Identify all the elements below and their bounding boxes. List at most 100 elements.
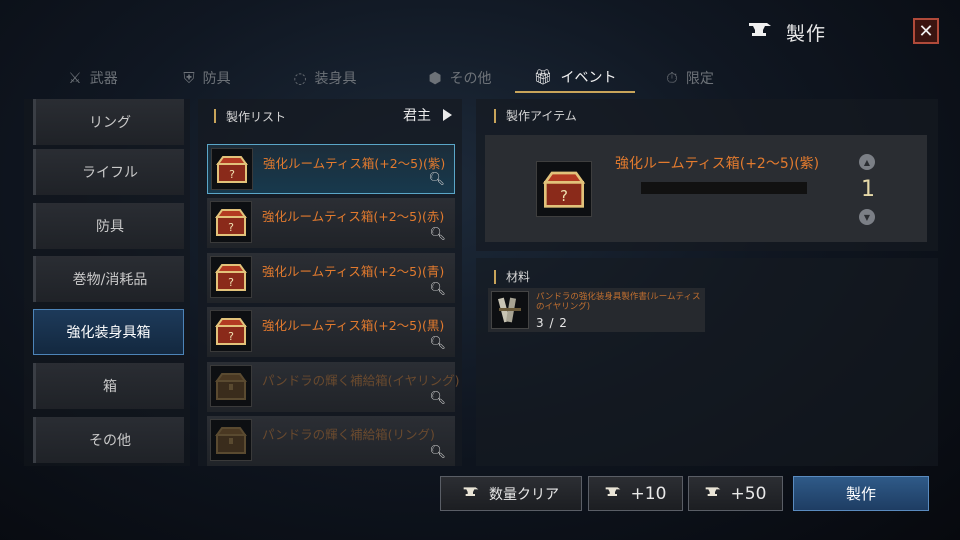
- craft-list-item[interactable]: ? 強化ルームティス箱(+2〜5)(青) 🔍︎: [207, 253, 455, 303]
- red-chest-icon: ?: [210, 310, 252, 352]
- play-arrow-icon: [443, 109, 452, 121]
- category-list: リング ライフル 防具 巻物/消耗品 強化装身具箱 箱 その他: [24, 99, 190, 466]
- magnifier-icon[interactable]: 🔍︎: [429, 227, 446, 242]
- tab-others[interactable]: ⬢ その他: [420, 63, 500, 93]
- craft-list-item[interactable]: ? 強化ルームティス箱(+2〜5)(黒) 🔍︎: [207, 307, 455, 357]
- category-label: ライフル: [82, 165, 138, 181]
- selected-item-box: ? 強化ルームティス箱(+2〜5)(紫) ▲ 1 ▼: [485, 135, 927, 242]
- wooden-chest-icon: [210, 365, 252, 407]
- tab-label: 限定: [685, 71, 714, 87]
- shield-icon: ⛨: [183, 69, 195, 87]
- tab-label: 防具: [202, 71, 231, 87]
- craft-list-item[interactable]: パンドラの輝く補給箱(イヤリング) 🔍︎: [207, 362, 460, 412]
- category-label: その他: [89, 433, 131, 449]
- gift-icon: 🎁︎: [533, 68, 553, 86]
- close-button[interactable]: ✕: [913, 18, 939, 44]
- magnifier-icon[interactable]: 🔍︎: [429, 282, 446, 297]
- tab-label: イベント: [560, 70, 617, 86]
- craft-item-header: 製作アイテム: [494, 107, 577, 124]
- material-name: パンドラの強化装身具製作書(ルームティスのイヤリング): [536, 292, 701, 312]
- craft-list-item[interactable]: ? 強化ルームティス箱(+2〜5)(赤) 🔍︎: [207, 198, 455, 248]
- category-item-box[interactable]: 箱: [33, 363, 184, 409]
- add-50-label: +50: [730, 483, 767, 504]
- craft-list-item[interactable]: ? 強化ルームティス箱(+2〜5)(紫) 🔍︎: [207, 144, 455, 194]
- category-label: 強化装身具箱: [66, 325, 151, 341]
- svg-text:?: ?: [229, 168, 235, 181]
- svg-text:?: ?: [228, 276, 234, 289]
- page-title: 製作: [786, 22, 827, 45]
- anvil-icon: [605, 486, 621, 502]
- magnifier-icon[interactable]: 🔍︎: [429, 391, 446, 406]
- category-item-armor[interactable]: 防具: [33, 203, 184, 249]
- category-item-scroll-consumable[interactable]: 巻物/消耗品: [33, 256, 184, 302]
- craft-list-title: 製作リスト: [226, 109, 287, 124]
- quantity-increase-button[interactable]: ▲: [859, 154, 875, 170]
- header-accent-bar: [494, 269, 496, 284]
- add-10-button[interactable]: +10: [588, 476, 683, 511]
- class-filter-label: 君主: [403, 108, 431, 124]
- red-chest-icon: ?: [536, 161, 592, 217]
- category-tabs: ⚔ 武器 ⛨ 防具 ◌ 装身具 ⬢ その他 🎁︎ イベント ⏱ 限定: [40, 63, 920, 93]
- magnifier-icon[interactable]: 🔍︎: [429, 336, 446, 351]
- red-chest-icon: ?: [211, 148, 253, 190]
- category-item-enhanced-accessory-box[interactable]: 強化装身具箱: [33, 309, 184, 355]
- class-filter-selector[interactable]: 君主: [403, 105, 452, 125]
- item-name: 強化ルームティス箱(+2〜5)(青): [262, 264, 445, 279]
- craft-label: 製作: [845, 485, 876, 503]
- item-name: パンドラの輝く補給箱(リング): [262, 427, 435, 442]
- clear-quantity-label: 数量クリア: [489, 486, 559, 503]
- selected-item-name: 強化ルームティス箱(+2〜5)(紫): [615, 156, 820, 172]
- item-name: 強化ルームティス箱(+2〜5)(赤): [262, 209, 445, 224]
- quantity-decrease-button[interactable]: ▼: [859, 209, 875, 225]
- item-name: 強化ルームティス箱(+2〜5)(黒): [262, 318, 445, 333]
- anvil-icon: [463, 486, 479, 502]
- add-50-button[interactable]: +50: [688, 476, 783, 511]
- tab-weapons[interactable]: ⚔ 武器: [58, 63, 128, 93]
- craft-list-panel: 製作リスト 君主 ? 強化ルームティス箱(+2〜5)(紫) 🔍︎ ? 強化ルーム…: [198, 99, 462, 466]
- cube-icon: ⬢: [428, 69, 442, 87]
- category-label: 箱: [103, 379, 117, 395]
- materials-header: 材料: [494, 268, 530, 285]
- craft-item-panel: 製作アイテム ? 強化ルームティス箱(+2〜5)(紫) ▲ 1 ▼: [476, 99, 938, 251]
- craft-item-title: 製作アイテム: [506, 109, 577, 123]
- redacted-bar: [641, 182, 807, 194]
- tab-armor[interactable]: ⛨ 防具: [172, 63, 242, 93]
- header-accent-bar: [214, 109, 216, 123]
- svg-text:?: ?: [560, 188, 568, 205]
- clear-quantity-button[interactable]: 数量クリア: [440, 476, 582, 511]
- scroll-bundle-icon: [491, 291, 529, 329]
- necklace-icon: ◌: [293, 69, 307, 87]
- page-header: 製作: [748, 14, 826, 50]
- tab-event[interactable]: 🎁︎ イベント: [515, 63, 635, 93]
- item-name: パンドラの輝く補給箱(イヤリング): [262, 373, 460, 388]
- anvil-icon: [748, 21, 772, 43]
- tab-label: 武器: [89, 71, 118, 87]
- svg-text:?: ?: [228, 221, 234, 234]
- wooden-chest-icon: [210, 419, 252, 461]
- craft-button[interactable]: 製作: [793, 476, 929, 511]
- material-item[interactable]: パンドラの強化装身具製作書(ルームティスのイヤリング) 3 / 2: [488, 288, 705, 332]
- category-label: 防具: [96, 219, 124, 235]
- tab-label: その他: [449, 71, 492, 87]
- item-name: 強化ルームティス箱(+2〜5)(紫): [263, 156, 446, 171]
- material-count: 3 / 2: [536, 316, 568, 330]
- tab-limited[interactable]: ⏱ 限定: [655, 63, 725, 93]
- quantity-value: 1: [861, 177, 875, 202]
- timer-icon: ⏱: [666, 69, 678, 87]
- magnifier-icon[interactable]: 🔍︎: [428, 172, 445, 187]
- craft-list-item[interactable]: パンドラの輝く補給箱(リング) 🔍︎: [207, 416, 455, 466]
- red-chest-icon: ?: [210, 256, 252, 298]
- category-item-other[interactable]: その他: [33, 417, 184, 463]
- svg-text:?: ?: [228, 330, 234, 343]
- tab-label: 装身具: [314, 71, 357, 87]
- materials-panel: 材料 パンドラの強化装身具製作書(ルームティスのイヤリング) 3 / 2: [476, 258, 938, 466]
- crossed-swords-icon: ⚔: [68, 69, 82, 87]
- tab-accessories[interactable]: ◌ 装身具: [285, 63, 365, 93]
- category-item-ring[interactable]: リング: [33, 99, 184, 145]
- category-label: リング: [89, 115, 131, 131]
- materials-title: 材料: [506, 270, 531, 284]
- red-chest-icon: ?: [210, 201, 252, 243]
- category-item-rifle[interactable]: ライフル: [33, 149, 184, 195]
- close-icon: ✕: [918, 20, 934, 42]
- magnifier-icon[interactable]: 🔍︎: [429, 445, 446, 460]
